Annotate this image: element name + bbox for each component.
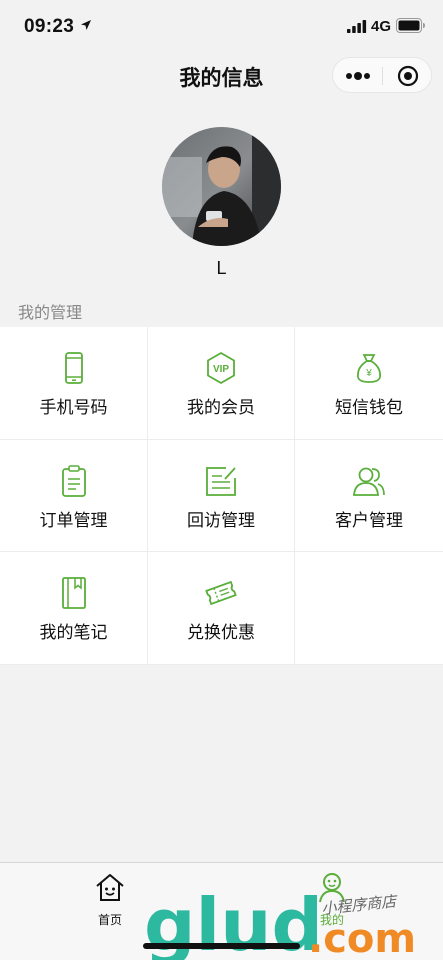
grid-item-label: 手机号码 (39, 398, 108, 417)
network-type: 4G (371, 18, 392, 35)
grid-item-label: 短信钱包 (335, 398, 403, 417)
customers-icon (353, 467, 385, 496)
mini-program-capsule (332, 57, 432, 93)
home-indicator (143, 943, 300, 949)
signal-icon (347, 20, 367, 33)
grid-item-customers[interactable]: 客户管理 (295, 440, 443, 552)
tab-home-label: 首页 (97, 913, 122, 927)
username: L (216, 258, 227, 278)
avatar[interactable] (162, 127, 281, 246)
vip-icon: VIP (207, 351, 235, 385)
home-icon (96, 874, 124, 901)
grid-item-label: 我的笔记 (39, 623, 108, 642)
grid-item-vip[interactable]: VIP 我的会员 (148, 327, 295, 440)
notebook-icon (61, 577, 86, 609)
grid-item-label: 我的会员 (187, 398, 255, 417)
coupon-icon (205, 580, 237, 606)
grid-item-orders[interactable]: 订单管理 (0, 440, 148, 552)
grid-item-followup[interactable]: 回访管理 (148, 440, 295, 552)
grid-item-coupons[interactable]: 兑换优惠 (148, 552, 295, 665)
svg-text:VIP: VIP (213, 364, 229, 375)
clipboard-icon (61, 465, 86, 497)
grid-item-label: 回访管理 (187, 511, 255, 530)
capsule-divider (382, 67, 383, 85)
watermark-logo: glud .com 小程序商店 (144, 888, 416, 960)
watermark-suffix: .com (308, 916, 416, 960)
watermark-tagline: 小程序商店 (321, 892, 399, 918)
phone-icon (64, 352, 83, 384)
grid-item-label: 订单管理 (39, 511, 108, 530)
edit-note-icon (206, 467, 236, 496)
grid-item-notes[interactable]: 我的笔记 (0, 552, 148, 665)
status-time: 09:23 (24, 16, 75, 37)
watermark-brand: glud (144, 888, 323, 960)
grid-empty-cell (295, 552, 443, 665)
svg-text:¥: ¥ (365, 368, 372, 379)
tab-home[interactable]: 首页 (80, 869, 140, 927)
location-arrow-icon (81, 20, 91, 30)
grid-item-sms-wallet[interactable]: ¥ 短信钱包 (295, 327, 443, 440)
grid-item-label: 客户管理 (335, 511, 403, 530)
section-label: 我的管理 (18, 305, 83, 322)
more-icon[interactable] (345, 68, 371, 84)
money-bag-icon: ¥ (357, 354, 381, 383)
avatar-photo (162, 127, 281, 246)
management-grid: 手机号码 VIP 我的会员 ¥ 短信钱包 订单管理 回访管理 客户管理 我的笔记… (0, 327, 443, 665)
grid-item-phone[interactable]: 手机号码 (0, 327, 148, 440)
status-bar: 09:23 4G (0, 0, 443, 50)
grid-item-label: 兑换优惠 (187, 623, 255, 642)
close-target-icon[interactable] (397, 65, 419, 87)
battery-icon (396, 18, 425, 33)
